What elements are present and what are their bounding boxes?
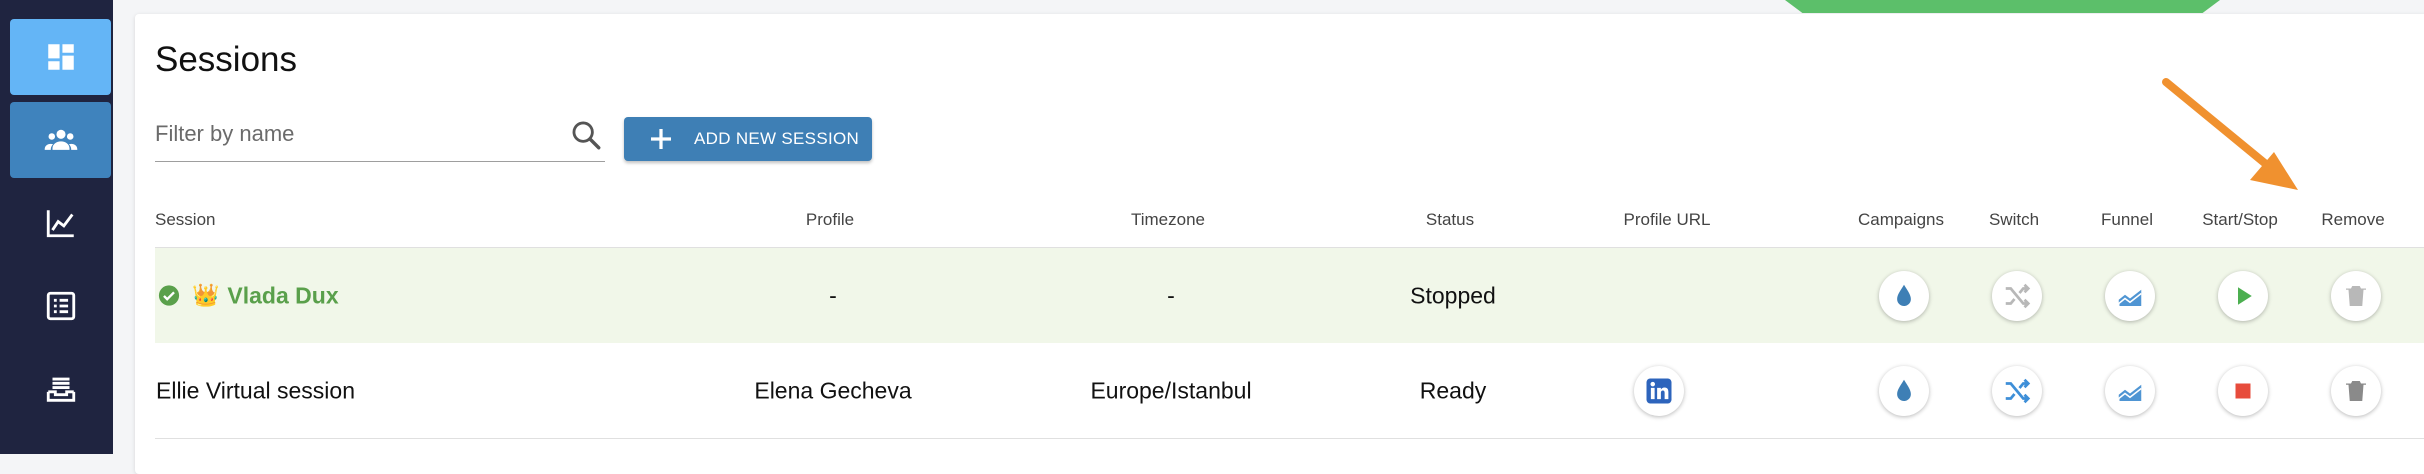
column-header-switch: Switch [1988, 210, 2040, 229]
funnel-button[interactable] [2105, 270, 2155, 321]
add-session-label: ADD NEW SESSION [694, 129, 860, 148]
play-icon [2238, 286, 2252, 305]
session-name[interactable]: Vlada Dux [227, 282, 338, 309]
timezone-cell: - [1167, 282, 1175, 308]
shuffle-icon [2005, 283, 2031, 308]
area-chart-icon [2118, 384, 2142, 401]
top-status-band [1785, 0, 2220, 13]
search-icon[interactable] [569, 118, 603, 152]
add-session-button[interactable]: ADD NEW SESSION [624, 117, 872, 161]
annotation-arrow-icon [2162, 78, 2298, 190]
column-header-profile[interactable]: Profile [806, 210, 854, 230]
sidebar-item-list[interactable] [10, 268, 111, 344]
switch-button[interactable] [1992, 365, 2042, 416]
column-header-start-stop: Start/Stop [2202, 210, 2278, 229]
remove-button[interactable] [2331, 365, 2381, 416]
session-name[interactable]: Ellie Virtual session [156, 377, 355, 404]
trash-icon [2346, 380, 2366, 401]
check-circle-icon [158, 285, 180, 306]
page-title: Sessions [155, 40, 298, 79]
status-cell: Ready [1419, 377, 1487, 403]
inbox-icon [46, 377, 75, 402]
remove-button[interactable] [2331, 270, 2381, 321]
column-header-status[interactable]: Status [1426, 210, 1474, 230]
column-header-funnel: Funnel [2101, 210, 2153, 229]
shuffle-icon [2005, 378, 2031, 403]
sidebar-item-dashboard[interactable] [10, 19, 111, 95]
area-chart-icon [2118, 289, 2142, 306]
people-icon [44, 129, 77, 150]
column-header-timezone[interactable]: Timezone [1131, 210, 1205, 230]
sidebar [0, 0, 113, 454]
column-header-session[interactable]: Session [155, 210, 215, 230]
plus-icon [651, 129, 671, 149]
status-cell: Stopped [1410, 282, 1496, 308]
trash-icon [2346, 285, 2366, 306]
timezone-cell: Europe/Istanbul [1090, 377, 1252, 403]
column-header-remove: Remove [2321, 210, 2385, 229]
start-button[interactable] [2218, 270, 2268, 321]
sidebar-item-people[interactable] [10, 102, 111, 178]
dashboard-icon [47, 44, 74, 70]
linkedin-icon [1646, 378, 1672, 403]
chart-line-icon [46, 210, 74, 238]
table-row[interactable]: 👑 Vlada Dux - - Stopped [155, 247, 2424, 344]
table-row[interactable]: Ellie Virtual session Elena Gecheva Euro… [155, 343, 2424, 439]
session-cell: 👑 Vlada Dux [158, 282, 339, 309]
list-icon [46, 291, 75, 321]
profile-cell: Elena Gecheva [754, 377, 912, 403]
sidebar-item-analytics[interactable] [10, 185, 111, 261]
campaigns-button[interactable] [1879, 270, 1929, 321]
campaigns-button[interactable] [1879, 365, 1929, 416]
search-input[interactable] [155, 114, 545, 154]
funnel-button[interactable] [2105, 365, 2155, 416]
profile-url-button[interactable] [1634, 365, 1684, 416]
stop-button[interactable] [2218, 365, 2268, 416]
profile-cell: - [829, 282, 837, 308]
switch-button[interactable] [1992, 270, 2042, 321]
search-field [155, 114, 605, 162]
water-drop-icon [1897, 284, 1911, 306]
water-drop-icon [1897, 379, 1911, 401]
stop-icon [2235, 383, 2251, 398]
column-header-profile-url: Profile URL [1623, 210, 1711, 229]
crown-icon: 👑 [192, 282, 220, 308]
column-header-campaigns: Campaigns [1858, 210, 1944, 229]
sidebar-item-inbox[interactable] [10, 351, 111, 427]
